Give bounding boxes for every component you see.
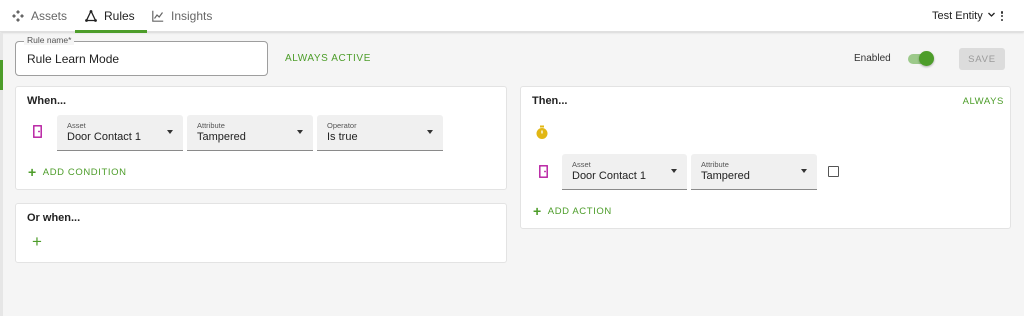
add-condition-label: ADD CONDITION <box>42 166 127 178</box>
tab-insights-label: Insights <box>171 9 213 23</box>
assets-icon <box>12 10 24 22</box>
frequency-button[interactable]: ALWAYS <box>963 96 1004 107</box>
timer-icon <box>536 125 548 139</box>
entity-name: Test Entity <box>932 10 983 22</box>
value-checkbox[interactable] <box>828 166 839 177</box>
plus-icon: + <box>533 203 542 219</box>
attribute-value: Tampered <box>197 131 246 143</box>
then-attribute-select[interactable]: Attribute Tampered <box>691 154 817 190</box>
schedule-button[interactable]: ALWAYS ACTIVE <box>285 53 371 64</box>
entity-selector[interactable]: Test Entity <box>932 0 996 32</box>
plus-icon: + <box>28 164 37 180</box>
door-icon <box>539 165 548 178</box>
dropdown-arrow-icon <box>671 169 677 173</box>
insights-icon <box>152 10 164 22</box>
enabled-label: Enabled <box>854 53 891 64</box>
dropdown-arrow-icon <box>427 130 433 134</box>
rules-icon <box>85 10 97 22</box>
dropdown-arrow-icon <box>297 130 303 134</box>
save-button[interactable]: SAVE <box>959 48 1005 70</box>
asset-label: Asset <box>67 121 86 130</box>
when-asset-select[interactable]: Asset Door Contact 1 <box>57 115 183 151</box>
then-card: Then... ALWAYS Asset Door Contact 1 Attr… <box>520 86 1011 229</box>
then-title: Then... <box>532 95 568 107</box>
add-group-plus-icon[interactable]: + <box>32 233 42 250</box>
add-action-label: ADD ACTION <box>547 205 612 217</box>
operator-label: Operator <box>327 121 357 130</box>
asset-label: Asset <box>572 160 591 169</box>
door-icon <box>33 125 42 138</box>
or-when-card: Or when... + <box>15 203 507 263</box>
selected-rule-indicator <box>0 60 3 90</box>
top-nav: Assets Rules Insights Test Entity <box>0 0 1024 33</box>
rule-name-value: Rule Learn Mode <box>27 52 120 66</box>
when-operator-select[interactable]: Operator Is true <box>317 115 443 151</box>
asset-value: Door Contact 1 <box>572 170 646 182</box>
tab-assets[interactable]: Assets <box>12 0 67 32</box>
chevron-down-icon <box>987 10 996 22</box>
tab-rules-label: Rules <box>104 9 135 23</box>
dropdown-arrow-icon <box>801 169 807 173</box>
toggle-thumb <box>919 51 934 66</box>
more-menu-icon[interactable] <box>996 9 1008 23</box>
active-tab-indicator <box>75 30 147 33</box>
add-action-button[interactable]: + ADD ACTION <box>533 204 612 218</box>
add-condition-button[interactable]: + ADD CONDITION <box>28 165 127 179</box>
rule-name-label: Rule name* <box>24 35 75 45</box>
asset-value: Door Contact 1 <box>67 131 141 143</box>
tab-assets-label: Assets <box>31 9 68 23</box>
dropdown-arrow-icon <box>167 130 173 134</box>
then-asset-select[interactable]: Asset Door Contact 1 <box>562 154 687 190</box>
operator-value: Is true <box>327 131 358 143</box>
attribute-value: Tampered <box>701 170 750 182</box>
attribute-label: Attribute <box>197 121 225 130</box>
enabled-toggle[interactable] <box>908 51 934 67</box>
or-when-title: Or when... <box>27 212 81 224</box>
when-title: When... <box>27 95 67 107</box>
rule-name-field[interactable]: Rule name* Rule Learn Mode <box>15 35 268 76</box>
attribute-label: Attribute <box>701 160 729 169</box>
tab-insights[interactable]: Insights <box>152 0 212 32</box>
tab-rules[interactable]: Rules <box>75 0 147 33</box>
when-card: When... Asset Door Contact 1 Attribute T… <box>15 86 507 190</box>
when-attribute-select[interactable]: Attribute Tampered <box>187 115 313 151</box>
